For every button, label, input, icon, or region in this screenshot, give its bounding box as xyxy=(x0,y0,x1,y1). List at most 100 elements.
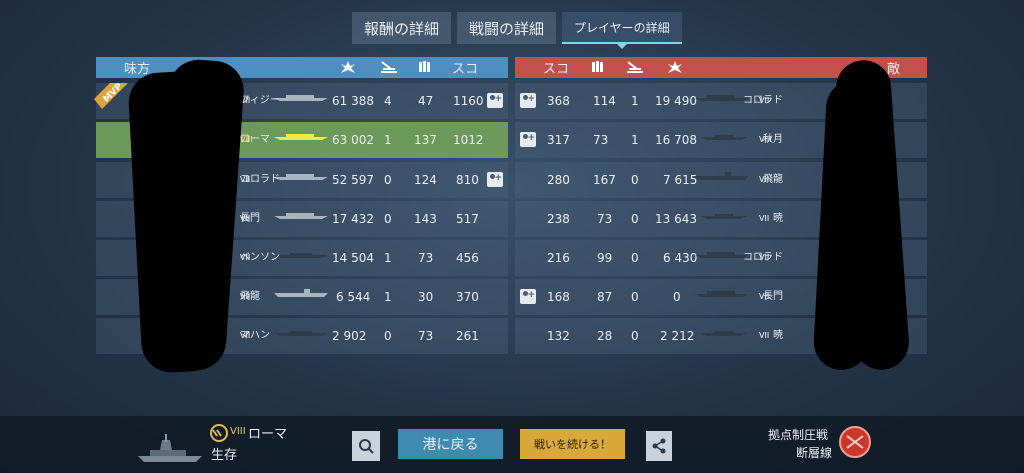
continue-battle-button[interactable]: 戦いを続ける！ xyxy=(520,429,625,459)
ship-silhouette-icon xyxy=(274,253,328,258)
ship-name: 飛龍 xyxy=(240,291,260,302)
ship-silhouette-icon xyxy=(701,135,747,140)
ship-name: 長門 xyxy=(240,213,260,224)
ship-name: 秋月 xyxy=(763,134,783,145)
damage-icon xyxy=(668,61,682,73)
tab-reward-details[interactable]: 報酬の詳細 xyxy=(352,12,452,44)
kills-value: 0 xyxy=(631,290,639,304)
enemy-score-header: スコ xyxy=(543,62,570,77)
ship-name: 暁 xyxy=(773,213,783,224)
add-friend-icon[interactable] xyxy=(520,132,536,147)
kills-value: 0 xyxy=(631,329,639,343)
assists-value: 30 xyxy=(418,290,434,304)
tier-label: VII xyxy=(759,214,770,223)
kills-value: 1 xyxy=(631,94,639,108)
assists-value: 137 xyxy=(414,133,437,147)
ship-name: コロラド xyxy=(743,252,783,263)
mvp-label: MVP xyxy=(102,83,125,105)
score-value: 238 xyxy=(547,212,570,226)
map-name-label: 断層線 xyxy=(796,446,833,460)
assists-value: 99 xyxy=(597,251,613,265)
damage-value: 6 430 xyxy=(663,251,698,265)
damage-value: 61 388 xyxy=(332,94,374,108)
score-value: 168 xyxy=(547,290,570,304)
damage-value: 13 643 xyxy=(655,212,697,226)
share-icon xyxy=(652,438,666,454)
damage-value: 17 432 xyxy=(332,212,374,226)
score-value: 216 xyxy=(547,251,570,265)
assists-value: 73 xyxy=(597,212,613,226)
damage-value: 14 504 xyxy=(332,251,374,265)
ship-silhouette-icon xyxy=(701,214,747,219)
ship-name: マハン xyxy=(240,330,270,341)
score-value: 280 xyxy=(547,173,570,187)
damage-value: 19 490 xyxy=(655,94,697,108)
ship-silhouette-icon xyxy=(701,331,747,336)
bottom-bar: VIII ローマ 生存 港に戻る 戦いを続ける！ 拠点制圧戦 断層線 xyxy=(0,416,1024,473)
damage-value: 2 212 xyxy=(660,329,695,343)
ship-name: フィジー xyxy=(240,95,280,106)
tab-battle-details[interactable]: 戦闘の詳細 xyxy=(457,12,557,44)
assists-value: 73 xyxy=(593,133,609,147)
ship-silhouette-icon xyxy=(695,252,749,258)
assists-value: 73 xyxy=(418,251,434,265)
damage-value: 52 597 xyxy=(332,173,374,187)
damage-icon xyxy=(341,61,355,73)
assists-value: 28 xyxy=(597,329,613,343)
ship-silhouette-icon xyxy=(274,289,328,297)
ally-score-header: スコ xyxy=(452,62,479,77)
add-friend-icon[interactable] xyxy=(487,172,503,187)
ship-silhouette-icon xyxy=(274,213,328,219)
battle-mode-label: 拠点制圧戦 xyxy=(768,428,829,442)
ship-name: コロラド xyxy=(743,95,783,106)
tab-player-details[interactable]: プレイヤーの詳細 xyxy=(562,12,682,49)
kills-value: 1 xyxy=(631,133,639,147)
ship-silhouette-icon xyxy=(274,174,328,180)
kills-icon xyxy=(381,61,397,73)
player-ship-name: ローマ xyxy=(248,427,288,442)
damage-value: 63 002 xyxy=(332,133,374,147)
add-friend-icon[interactable] xyxy=(520,93,536,108)
assists-value: 167 xyxy=(593,173,616,187)
search-icon xyxy=(359,439,374,454)
tab-bar: 報酬の詳細 戦闘の詳細 プレイヤーの詳細 xyxy=(352,12,682,49)
assists-value: 143 xyxy=(414,212,437,226)
enemy-team-label: 敵 xyxy=(887,62,901,77)
score-value: 517 xyxy=(456,212,479,226)
score-value: 1012 xyxy=(453,133,484,147)
kills-value: 0 xyxy=(631,251,639,265)
search-button[interactable] xyxy=(352,431,380,461)
share-button[interactable] xyxy=(646,431,672,461)
score-value: 370 xyxy=(456,290,479,304)
score-value: 456 xyxy=(456,251,479,265)
score-value: 317 xyxy=(547,133,570,147)
mvp-badge: MVP xyxy=(94,83,128,109)
capture-point-mode-icon xyxy=(839,426,871,458)
damage-value: 2 902 xyxy=(332,329,367,343)
ship-silhouette-icon xyxy=(274,95,328,101)
ship-silhouette-icon xyxy=(695,291,749,297)
kills-value: 1 xyxy=(384,133,392,147)
ship-silhouette-icon xyxy=(274,134,328,140)
assists-value: 73 xyxy=(418,329,434,343)
score-value: 368 xyxy=(547,94,570,108)
score-value: 132 xyxy=(547,329,570,343)
score-value: 261 xyxy=(456,329,479,343)
ship-name: 飛龍 xyxy=(763,174,783,185)
assists-value: 47 xyxy=(418,94,434,108)
kills-icon xyxy=(627,61,643,73)
player-ship-image xyxy=(138,434,202,462)
score-value: 810 xyxy=(456,173,479,187)
player-tier: VIII xyxy=(230,426,246,437)
add-friend-icon[interactable] xyxy=(487,93,503,108)
score-value: 1160 xyxy=(453,94,484,108)
ship-silhouette-icon xyxy=(695,95,749,101)
kills-value: 1 xyxy=(384,251,392,265)
return-to-port-button[interactable]: 港に戻る xyxy=(398,429,503,459)
assist-icon xyxy=(592,61,603,72)
kills-value: 0 xyxy=(631,212,639,226)
ship-name: 長門 xyxy=(763,291,783,302)
tier-laurel-icon xyxy=(210,424,228,442)
ship-silhouette-icon xyxy=(695,172,749,180)
add-friend-icon[interactable] xyxy=(520,289,536,304)
